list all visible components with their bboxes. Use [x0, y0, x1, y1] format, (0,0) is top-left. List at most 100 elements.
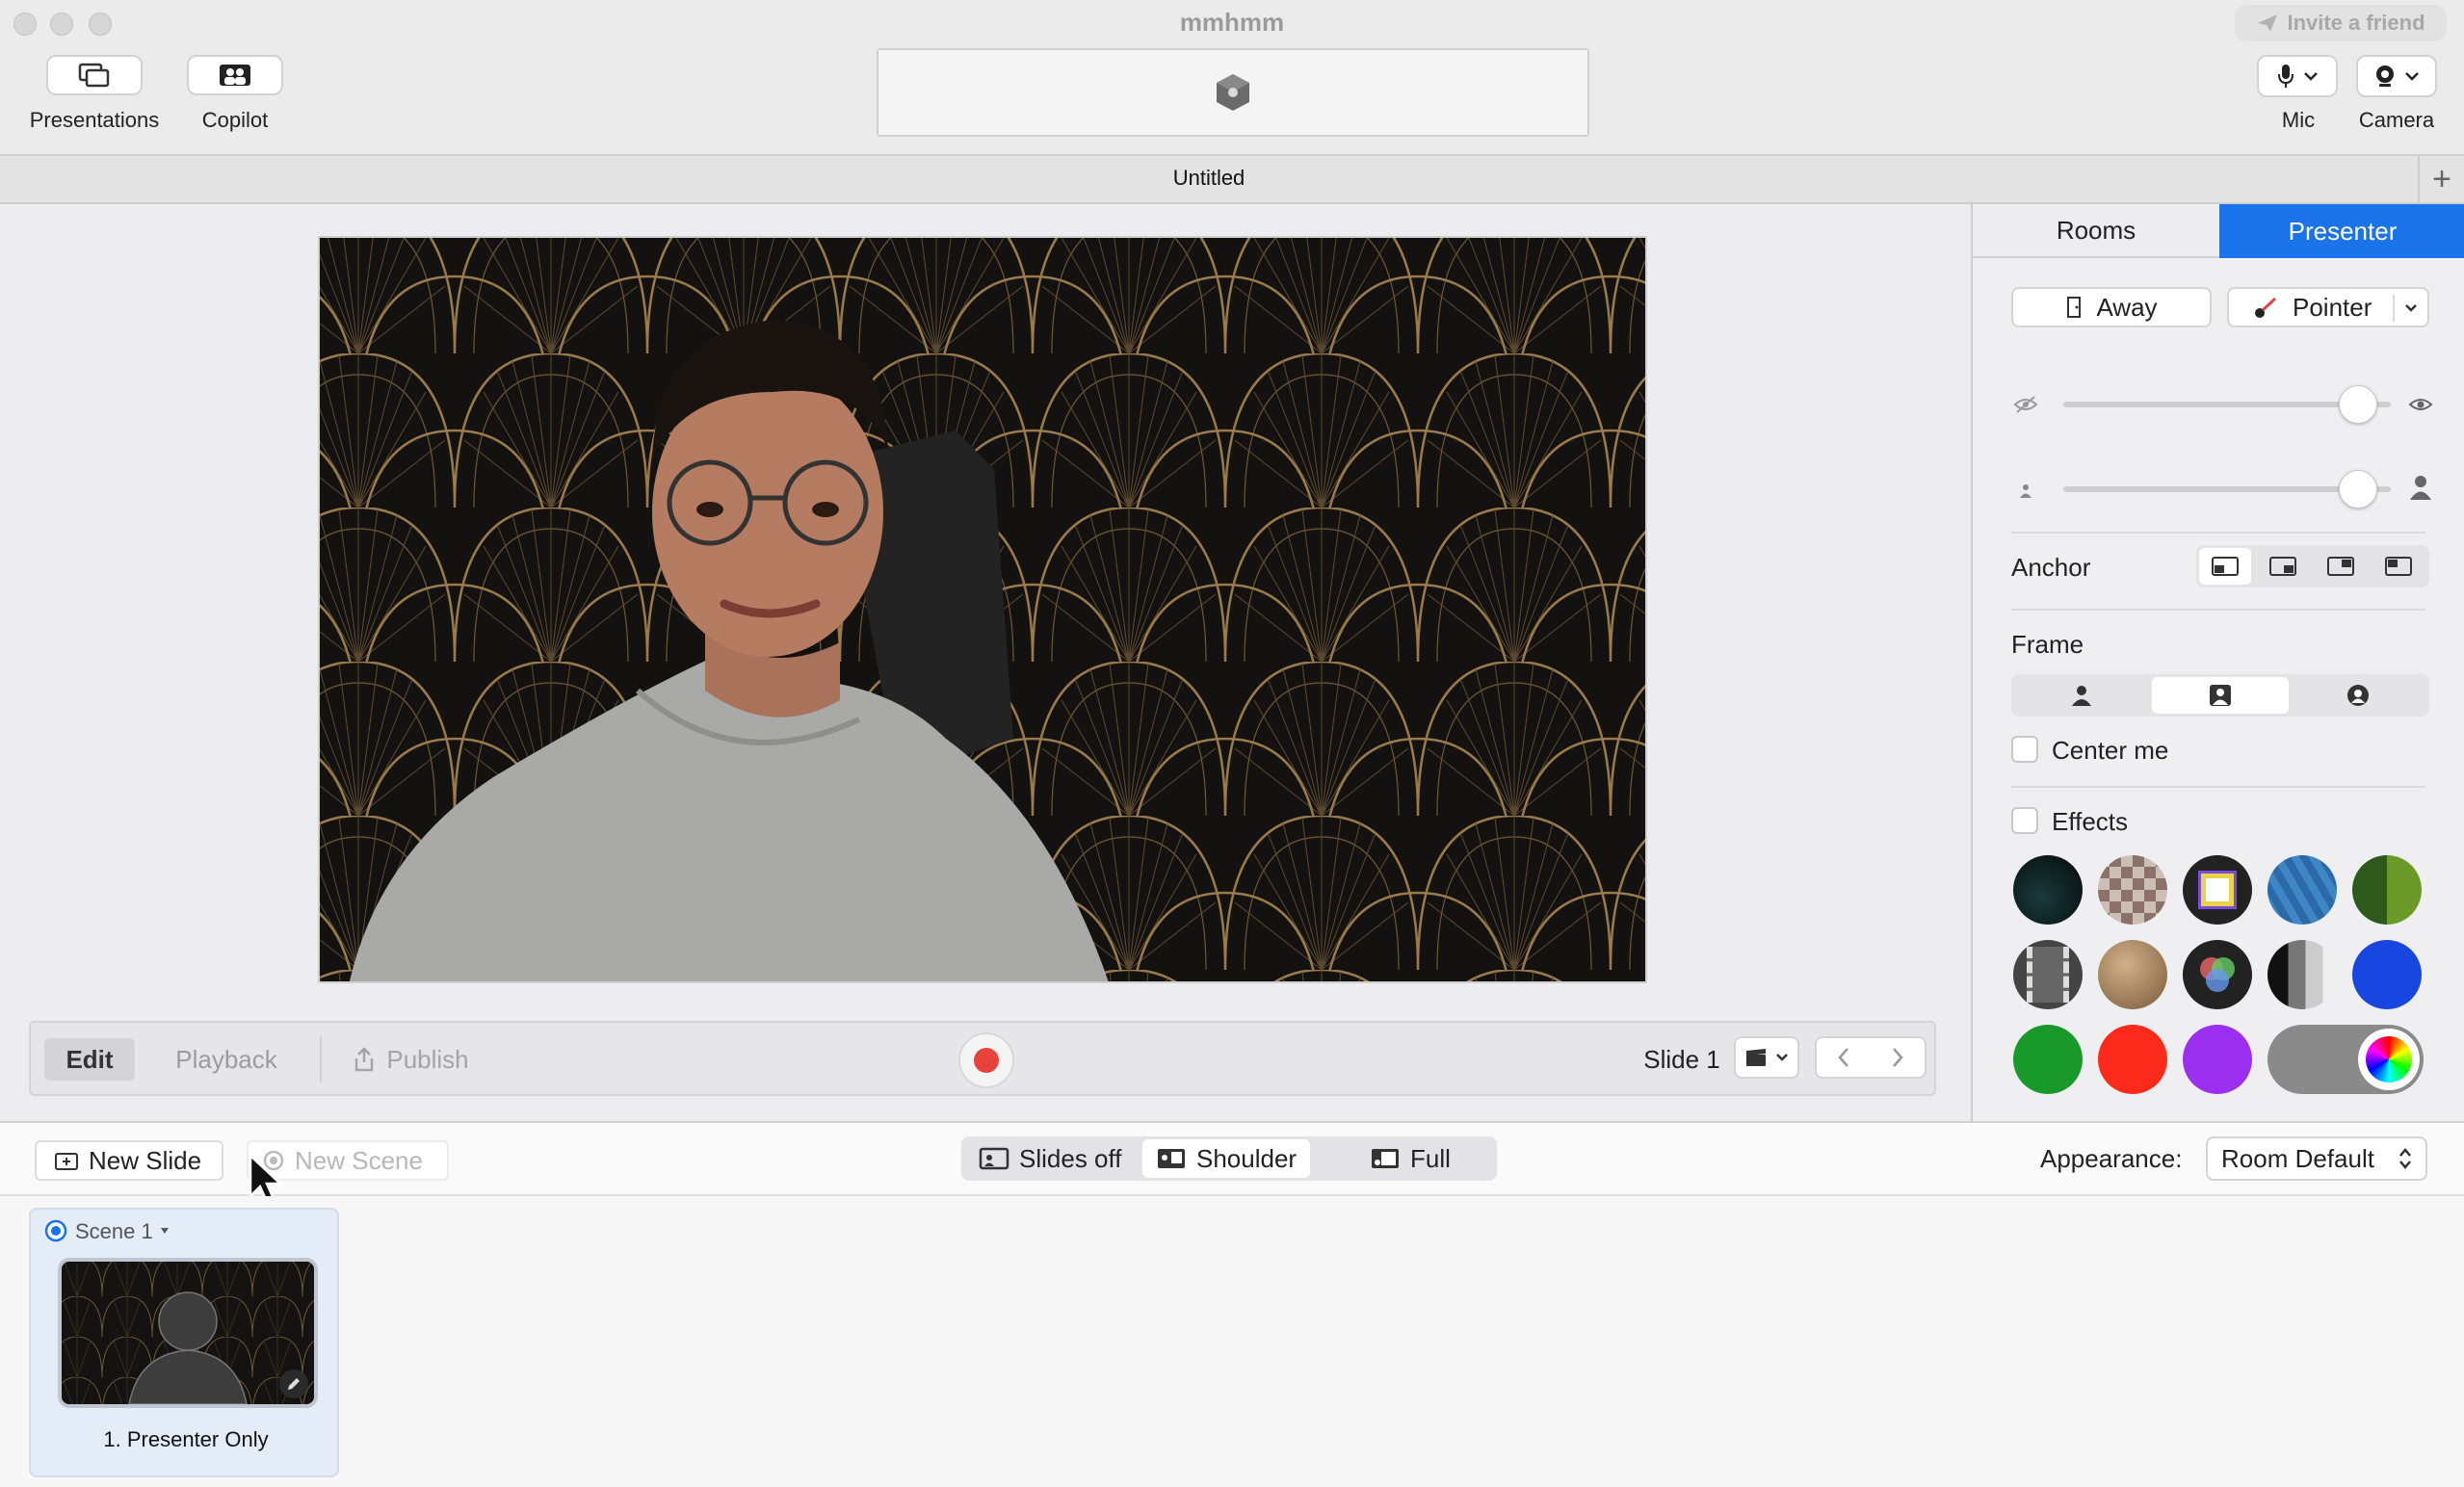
playback-mode-button[interactable]: Playback: [154, 1038, 299, 1081]
effect-blue[interactable]: [2352, 940, 2422, 1009]
presenter-panel: Rooms Presenter Away Pointer Anchor Fram…: [1971, 204, 2464, 1121]
add-tab-button[interactable]: +: [2418, 156, 2464, 202]
effect-rain[interactable]: [2267, 855, 2337, 925]
webcam-icon: [2376, 65, 2394, 87]
window-toolbar: mmhmm Presentations Copilot Invite a fri…: [0, 0, 2464, 156]
effect-red[interactable]: [2098, 1025, 2167, 1094]
camera-label: Camera: [2358, 108, 2435, 132]
anchor-bottom-right[interactable]: [2257, 548, 2309, 585]
anchor-bottom-left[interactable]: [2199, 548, 2251, 585]
away-label: Away: [2096, 292, 2158, 322]
frame-label: Frame: [2011, 630, 2084, 659]
anchor-top-right-icon: [2327, 557, 2354, 576]
shoulder-icon: [1158, 1149, 1185, 1168]
appearance-value: Room Default: [2221, 1143, 2374, 1173]
window-title: mmhmm: [1179, 8, 1285, 37]
appearance-select[interactable]: Room Default: [2206, 1136, 2427, 1181]
effect-neon-swirl[interactable]: [2013, 855, 2083, 925]
effect-grayscale[interactable]: [2267, 940, 2337, 1009]
previous-slide-icon[interactable]: [1836, 1046, 1851, 1069]
frame-rectangle[interactable]: [2152, 677, 2289, 714]
plus-icon: +: [2432, 160, 2451, 197]
edit-slide-button[interactable]: [279, 1370, 308, 1398]
frame-selector: [2011, 674, 2429, 717]
new-slide-label: New Slide: [89, 1145, 202, 1175]
color-wheel-icon: [2366, 1036, 2412, 1083]
chevron-down-icon[interactable]: [160, 1227, 170, 1235]
view-shoulder-label: Shoulder: [1196, 1143, 1298, 1173]
view-shoulder[interactable]: Shoulder: [1142, 1139, 1311, 1178]
document-tab[interactable]: Untitled: [0, 166, 2418, 191]
stage-controls: Edit Playback Publish Slide 1: [29, 1021, 1936, 1096]
presentation-preview[interactable]: [877, 48, 1589, 137]
slide-type-dropdown[interactable]: [1734, 1036, 1799, 1079]
anchor-label: Anchor: [2011, 553, 2091, 582]
edit-mode-button[interactable]: Edit: [44, 1038, 135, 1081]
panel-divider: [2011, 609, 2425, 611]
tab-presenter[interactable]: Presenter: [2219, 204, 2464, 258]
person-circle-icon: [2347, 685, 2369, 706]
slides-toolbar: New Slide New Scene Slides off Shoulder …: [0, 1121, 2464, 1206]
person-large-icon: [2410, 476, 2431, 500]
away-button[interactable]: Away: [2011, 287, 2212, 327]
effects-checkbox[interactable]: [2011, 807, 2038, 834]
anchor-top-left[interactable]: [2372, 548, 2425, 585]
frame-circle[interactable]: [2291, 677, 2425, 714]
effect-purple[interactable]: [2183, 1025, 2252, 1094]
frame-none[interactable]: [2014, 677, 2149, 714]
mic-dropdown[interactable]: [2257, 55, 2338, 97]
pointer-button[interactable]: Pointer: [2227, 287, 2429, 327]
size-slider-knob[interactable]: [2339, 470, 2377, 509]
anchor-selector: [2196, 545, 2429, 587]
scene-name[interactable]: Scene 1: [75, 1219, 153, 1244]
mic-label: Mic: [2281, 108, 2316, 132]
opacity-slider-knob[interactable]: [2339, 385, 2377, 424]
slides-off-icon: [979, 1147, 1009, 1170]
clapperboard-icon: [1746, 1049, 1766, 1066]
add-slide-icon: [55, 1153, 78, 1170]
effect-green-split[interactable]: [2352, 855, 2422, 925]
view-slides-off-label: Slides off: [1019, 1143, 1122, 1173]
scene-strip: Scene 1 1. Presenter Only: [0, 1196, 2464, 1487]
view-full[interactable]: Full: [1356, 1139, 1464, 1178]
view-slides-off[interactable]: Slides off: [965, 1139, 1135, 1178]
record-button[interactable]: [958, 1032, 1014, 1088]
camera-stage[interactable]: [318, 236, 1647, 983]
effect-frame[interactable]: [2183, 855, 2252, 925]
person-icon: [2072, 686, 2091, 706]
effect-film[interactable]: [2013, 940, 2083, 1009]
color-wheel-knob[interactable]: [2358, 1029, 2420, 1090]
pointer-label: Pointer: [2293, 292, 2372, 322]
copilot-button[interactable]: [187, 55, 283, 95]
presentations-button[interactable]: [46, 55, 143, 95]
record-dot-icon: [974, 1048, 999, 1073]
door-icon: [2067, 297, 2082, 318]
pointer-dropdown-toggle[interactable]: [2393, 295, 2427, 322]
tab-rooms[interactable]: Rooms: [1973, 204, 2219, 258]
invite-friend-button[interactable]: Invite a friend: [2235, 5, 2447, 41]
send-icon: [2258, 14, 2278, 32]
publish-button[interactable]: Publish: [339, 1038, 484, 1081]
scene-card[interactable]: Scene 1 1. Presenter Only: [29, 1208, 339, 1477]
laser-pointer-icon: [2255, 297, 2277, 318]
slide-thumbnail[interactable]: [58, 1258, 318, 1408]
updown-chevron-icon: [2399, 1148, 2411, 1169]
anchor-bottom-left-icon: [2212, 557, 2239, 576]
anchor-top-right[interactable]: [2315, 548, 2367, 585]
center-me-checkbox[interactable]: [2011, 736, 2038, 763]
stage-area: Edit Playback Publish Slide 1: [0, 204, 1971, 1121]
controls-divider: [320, 1036, 322, 1083]
effect-pixelate[interactable]: [2098, 855, 2167, 925]
anchor-bottom-right-icon: [2269, 557, 2296, 576]
next-slide-icon[interactable]: [1890, 1046, 1905, 1069]
microphone-icon: [2278, 65, 2294, 88]
view-mode-selector: Slides off Shoulder Full: [961, 1136, 1497, 1181]
camera-dropdown[interactable]: [2356, 55, 2437, 97]
effect-color-dots[interactable]: [2183, 940, 2252, 1009]
effect-green[interactable]: [2013, 1025, 2083, 1094]
new-slide-button[interactable]: New Slide: [35, 1140, 223, 1181]
custom-color-toggle[interactable]: [2267, 1025, 2424, 1094]
effect-sepia[interactable]: [2098, 940, 2167, 1009]
slide-navigation: [1815, 1036, 1927, 1079]
presentations-icon: [78, 63, 110, 88]
